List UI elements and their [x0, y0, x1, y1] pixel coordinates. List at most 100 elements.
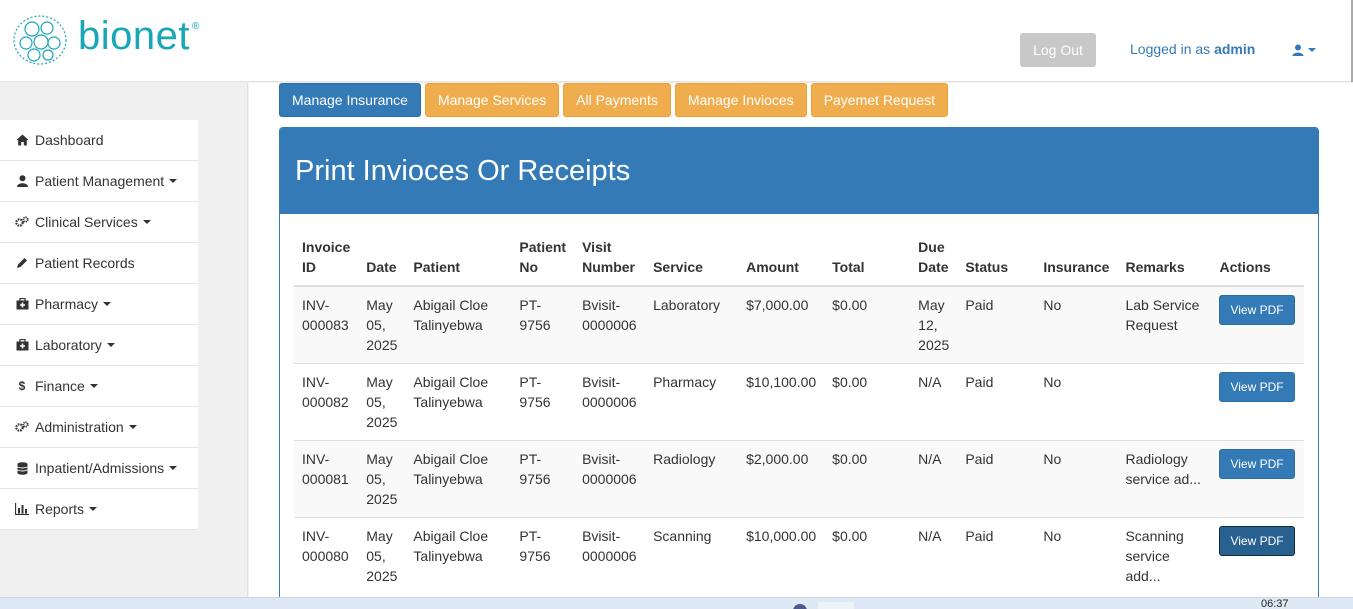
- cell-visit-number: Bvisit- 0000006: [574, 440, 646, 518]
- column-header-status: Status: [957, 229, 1036, 287]
- cell-date: May 05, 2025: [358, 440, 406, 518]
- action-tabs: Manage Insurance Manage Services All Pay…: [279, 83, 948, 117]
- column-header-patient-no: Patient No: [511, 229, 575, 287]
- top-navbar: bionet ® Log Out Logged in as admin: [0, 0, 1353, 82]
- view-pdf-button[interactable]: View PDF: [1219, 449, 1295, 479]
- cell-patient-no: PT- 9756: [511, 285, 575, 364]
- taskbar-slot[interactable]: [818, 602, 854, 609]
- cell-date: May 05, 2025: [358, 517, 406, 595]
- sidebar-item-patient-management[interactable]: Patient Management: [0, 161, 198, 202]
- cell-visit-number: Bvisit- 0000006: [574, 363, 646, 441]
- chevron-down-icon: [142, 220, 151, 224]
- cell-remarks: Scanning service add...: [1117, 517, 1212, 595]
- cogs-icon: [15, 420, 29, 434]
- sidebar-item-laboratory[interactable]: Laboratory: [0, 325, 198, 366]
- cell-status: Paid: [957, 363, 1036, 441]
- column-header-insurance: Insurance: [1035, 229, 1118, 287]
- table-row: INV- 000082 May 05, 2025 Abigail Cloe Taliny…: [294, 363, 1304, 441]
- column-header-remarks: Remarks: [1117, 229, 1212, 287]
- sidebar-item-label: Finance: [35, 378, 85, 394]
- page-title: Print Invioces Or Receipts: [295, 154, 631, 187]
- cell-insurance: No: [1035, 363, 1118, 441]
- view-pdf-button[interactable]: View PDF: [1219, 526, 1295, 556]
- database-icon: [15, 461, 29, 475]
- sidebar-item-label: Patient Management: [35, 173, 165, 189]
- view-pdf-button[interactable]: View PDF: [1219, 372, 1295, 402]
- payment-request-button[interactable]: Payemet Request: [810, 83, 948, 117]
- view-pdf-button[interactable]: View PDF: [1219, 295, 1295, 325]
- cell-actions: View PDF: [1211, 517, 1304, 595]
- column-header-due-date: Due Date: [910, 229, 958, 287]
- sidebar-item-administration[interactable]: Administration: [0, 407, 198, 448]
- chevron-down-icon: [128, 425, 137, 429]
- cell-invoice-id: INV- 000082: [294, 363, 359, 441]
- cell-visit-number: Bvisit- 0000006: [574, 285, 646, 364]
- sidebar-item-pharmacy[interactable]: Pharmacy: [0, 284, 198, 325]
- cell-visit-number: Bvisit- 0000006: [574, 517, 646, 595]
- cell-amount: $2,000.00: [738, 440, 825, 518]
- chevron-down-icon: [89, 384, 98, 388]
- chevron-down-icon: [169, 466, 178, 470]
- chevron-down-icon: [1308, 48, 1316, 52]
- user-icon: [15, 174, 29, 188]
- bionet-logo-icon: [13, 15, 67, 65]
- brand-name: bionet: [78, 14, 190, 58]
- dollar-icon: $: [18, 379, 26, 393]
- sidebar-item-label: Administration: [35, 419, 124, 435]
- column-header-amount: Amount: [738, 229, 825, 287]
- logged-in-username: admin: [1214, 41, 1256, 57]
- sidebar-item-label: Patient Records: [35, 255, 135, 271]
- sidebar-item-finance[interactable]: $ Finance: [0, 366, 198, 407]
- cell-date: May 05, 2025: [358, 363, 406, 441]
- sidebar: Dashboard Patient Management Clinical Se…: [0, 120, 198, 530]
- manage-insurance-button[interactable]: Manage Insurance: [279, 83, 421, 117]
- brand-logo[interactable]: bionet ®: [12, 12, 242, 68]
- cell-total: $0.00: [824, 363, 911, 441]
- column-header-total: Total: [824, 229, 911, 287]
- user-menu-toggle[interactable]: [1292, 40, 1322, 60]
- sidebar-item-label: Reports: [35, 501, 85, 517]
- cell-status: Paid: [957, 517, 1036, 595]
- sidebar-item-label: Dashboard: [35, 132, 104, 148]
- sidebar-item-reports[interactable]: Reports: [0, 489, 198, 530]
- sidebar-item-inpatient-admissions[interactable]: Inpatient/Admissions: [0, 448, 198, 489]
- cell-status: Paid: [957, 440, 1036, 518]
- cell-amount: $10,100.00: [738, 363, 825, 441]
- cell-insurance: No: [1035, 517, 1118, 595]
- user-icon: [1292, 44, 1304, 56]
- invoices-table-wrapper: Invoice ID Date Patient Patient No Visit Nu…: [294, 229, 1304, 595]
- cell-invoice-id: INV- 000083: [294, 285, 359, 364]
- sidebar-item-label: Inpatient/Admissions: [35, 460, 165, 476]
- cell-due-date: N/A: [910, 517, 958, 595]
- cell-patient: Abigail Cloe Talinyebwa: [405, 285, 512, 364]
- logged-in-prefix: Logged in as: [1130, 41, 1211, 57]
- os-taskbar: 06:37: [0, 597, 1353, 609]
- sidebar-item-label: Laboratory: [35, 337, 102, 353]
- cell-total: $0.00: [824, 517, 911, 595]
- cell-remarks: Lab Service Request: [1117, 285, 1212, 364]
- manage-services-button[interactable]: Manage Services: [424, 83, 560, 117]
- sidebar-item-patient-records[interactable]: Patient Records: [0, 243, 198, 284]
- column-header-patient: Patient: [405, 229, 512, 287]
- main-content: Manage Insurance Manage Services All Pay…: [249, 83, 1353, 607]
- cell-actions: View PDF: [1211, 363, 1304, 441]
- cell-invoice-id: INV- 000081: [294, 440, 359, 518]
- cell-date: May 05, 2025: [358, 285, 406, 364]
- sidebar-item-label: Pharmacy: [35, 296, 99, 312]
- cell-patient: Abigail Cloe Talinyebwa: [405, 517, 512, 595]
- cell-patient-no: PT- 9756: [511, 363, 575, 441]
- sidebar-item-clinical-services[interactable]: Clinical Services: [0, 202, 198, 243]
- cell-patient-no: PT- 9756: [511, 440, 575, 518]
- logout-button[interactable]: Log Out: [1020, 33, 1096, 67]
- cell-status: Paid: [957, 285, 1036, 364]
- all-payments-button[interactable]: All Payments: [563, 83, 671, 117]
- app-icon[interactable]: [793, 604, 807, 609]
- cell-invoice-id: INV- 000080: [294, 517, 359, 595]
- sidebar-item-dashboard[interactable]: Dashboard: [0, 120, 198, 161]
- cell-remarks: Radiology service ad...: [1117, 440, 1212, 518]
- cell-service: Pharmacy: [645, 363, 739, 441]
- cell-patient: Abigail Cloe Talinyebwa: [405, 363, 512, 441]
- cell-service: Laboratory: [645, 285, 739, 364]
- chevron-down-icon: [106, 343, 115, 347]
- manage-invoices-button[interactable]: Manage Invioces: [674, 83, 807, 117]
